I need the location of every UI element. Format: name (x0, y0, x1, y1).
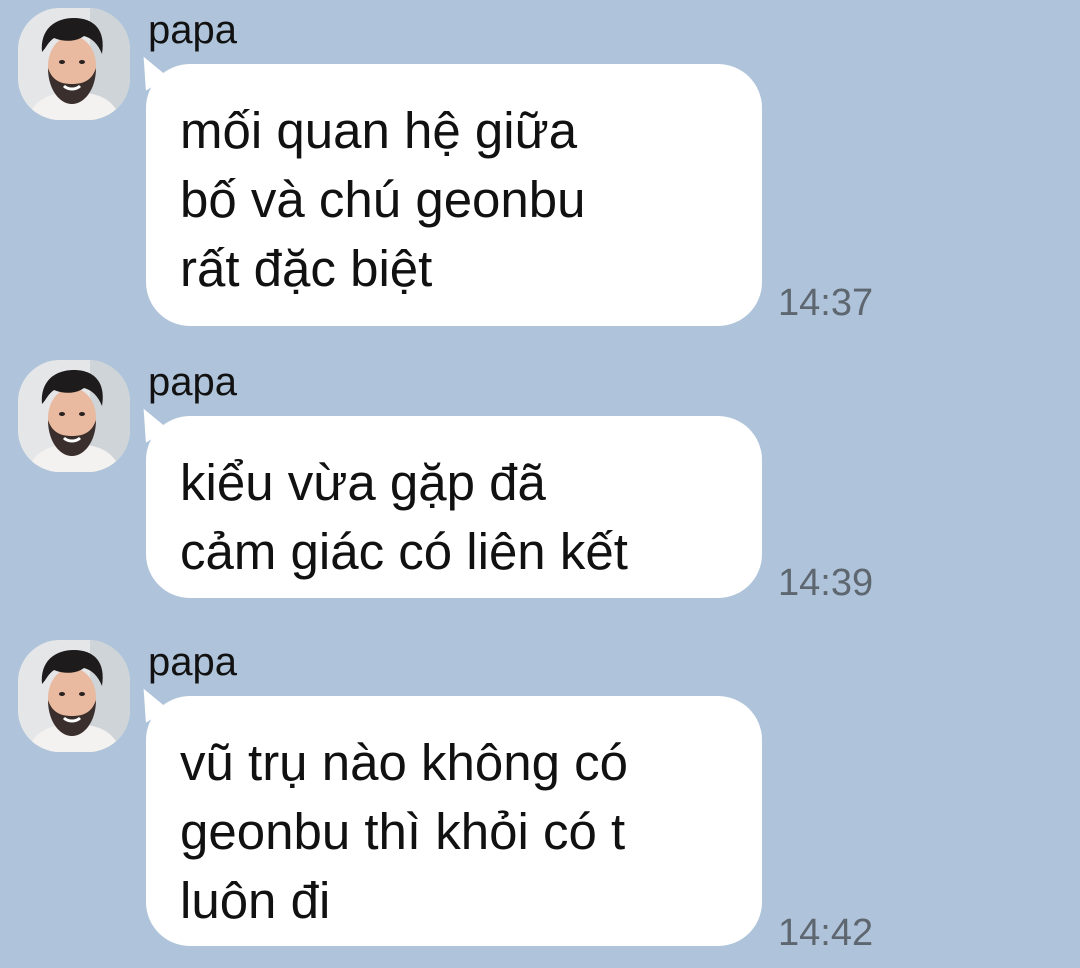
avatar[interactable] (18, 8, 130, 120)
user-avatar-icon (18, 360, 130, 472)
user-avatar-icon (18, 640, 130, 752)
bubble-tail (130, 403, 168, 443)
user-avatar-icon (18, 8, 130, 120)
message-text: mối quan hệ giữa bố và chú geonbu rất đặ… (180, 102, 586, 297)
sender-name: papa (148, 640, 237, 684)
bubble-tail (130, 51, 168, 91)
avatar[interactable] (18, 360, 130, 472)
sender-name: papa (148, 360, 237, 404)
message-text: kiểu vừa gặp đã cảm giác có liên kết (180, 454, 628, 580)
sender-name: papa (148, 8, 237, 52)
message-bubble[interactable]: vũ trụ nào không có geonbu thì khỏi có t… (130, 683, 762, 946)
avatar[interactable] (18, 640, 130, 752)
message-timestamp: 14:42 (778, 912, 874, 954)
message-bubble[interactable]: kiểu vừa gặp đã cảm giác có liên kết (130, 403, 762, 598)
message-timestamp: 14:39 (778, 562, 874, 604)
message-bubble[interactable]: mối quan hệ giữa bố và chú geonbu rất đặ… (130, 51, 762, 326)
message-timestamp: 14:37 (778, 282, 874, 324)
message-text: vũ trụ nào không có geonbu thì khỏi có t… (180, 734, 628, 929)
bubble-tail (130, 683, 168, 723)
